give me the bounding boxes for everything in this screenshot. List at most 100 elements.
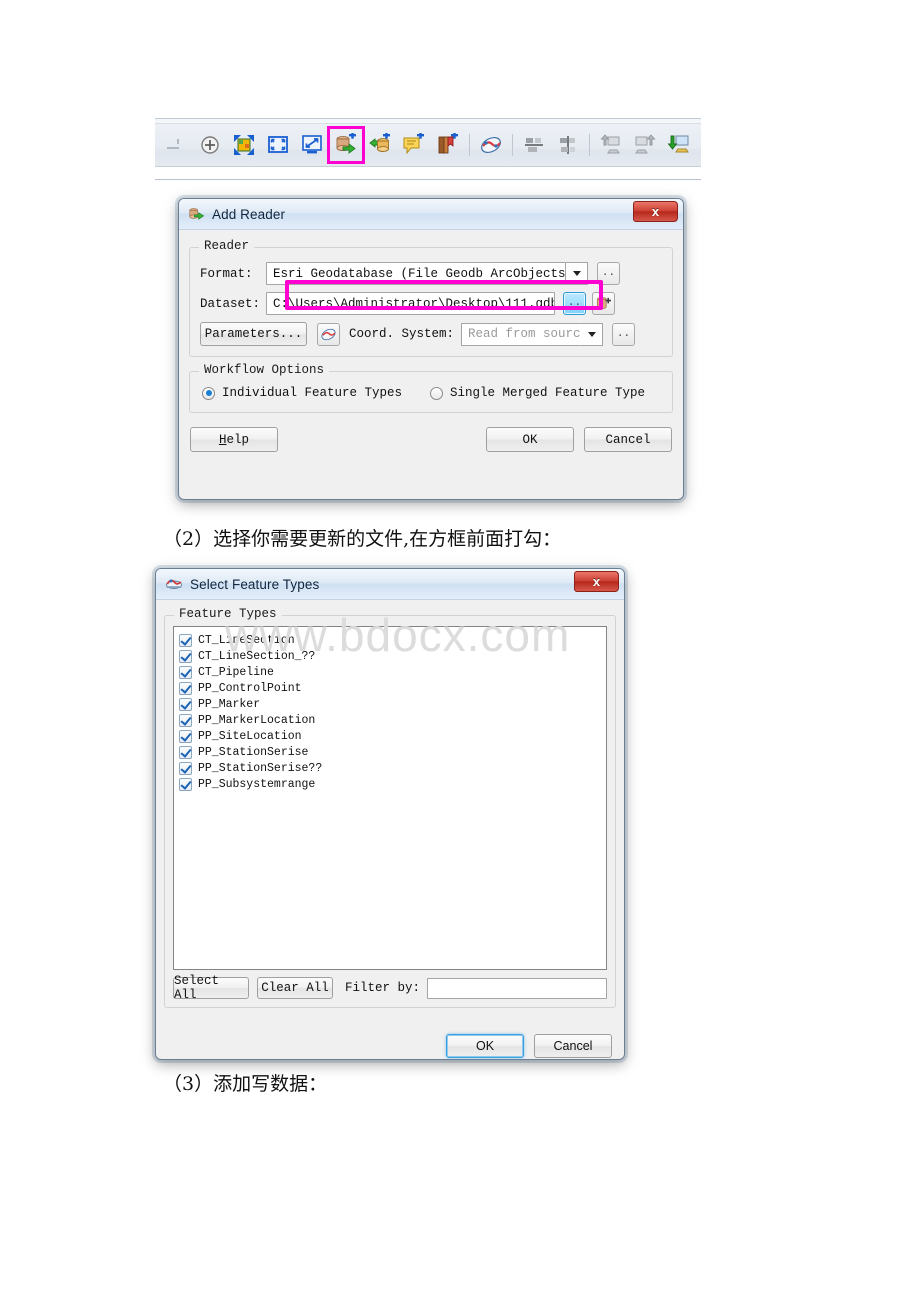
clear-all-button[interactable]: Clear All (257, 977, 333, 999)
checkbox-icon[interactable] (179, 649, 192, 663)
chevron-down-icon[interactable] (566, 262, 588, 285)
checkbox-icon[interactable] (179, 729, 192, 743)
add-reader-dialog: Add Reader x Reader Format: Esri Geodata… (178, 198, 684, 500)
help-button[interactable]: Help (190, 427, 278, 452)
add-dataset-icon[interactable] (592, 292, 615, 315)
list-item[interactable]: CT_LineSection_?? (179, 648, 602, 664)
checkbox-icon[interactable] (179, 761, 192, 775)
ok-button[interactable]: OK (446, 1034, 524, 1058)
coord-system-input[interactable]: Read from source (461, 322, 582, 346)
add-annotation-icon[interactable] (397, 128, 431, 162)
cancel-button[interactable]: Cancel (584, 427, 672, 452)
zoom-fit-icon[interactable] (193, 128, 227, 162)
close-icon[interactable]: x (574, 571, 619, 592)
list-item[interactable]: PP_StationSerise?? (179, 760, 602, 776)
format-label: Format: (200, 266, 253, 281)
coord-system-row: Parameters... Coord. System: Read from s… (200, 322, 662, 346)
radio-single-merged-feature-type[interactable]: Single Merged Feature Type (430, 386, 645, 400)
toolbar-separator (585, 128, 594, 162)
list-item-label: CT_LineSection_?? (198, 649, 316, 663)
checkbox-icon[interactable] (179, 665, 192, 679)
add-bookmark-icon[interactable] (227, 128, 261, 162)
connect-down-icon[interactable] (628, 128, 662, 162)
format-browse-button[interactable]: .. (597, 262, 620, 285)
checkbox-icon[interactable] (179, 681, 192, 695)
zoom-selection-icon[interactable] (295, 128, 329, 162)
feature-types-group-label: Feature Types (174, 607, 282, 621)
select-feature-types-dialog: Select Feature Types x Feature Types CT_… (155, 568, 625, 1060)
format-input[interactable]: Esri Geodatabase (File Geodb ArcObjects) (266, 262, 566, 285)
list-item[interactable]: PP_ControlPoint (179, 680, 602, 696)
cancel-button[interactable]: Cancel (534, 1034, 612, 1058)
list-item[interactable]: PP_SiteLocation (179, 728, 602, 744)
radio-icon (430, 386, 444, 400)
checkbox-icon[interactable] (179, 777, 192, 791)
fit-window-icon[interactable] (261, 128, 295, 162)
list-item[interactable]: PP_Subsystemrange (179, 776, 602, 792)
checkbox-icon[interactable] (179, 745, 192, 759)
run-translation-icon[interactable] (474, 128, 508, 162)
add-reader-titlebar[interactable]: Add Reader x (179, 199, 683, 230)
list-item-label: PP_StationSerise?? (198, 761, 323, 775)
connect-up-icon[interactable] (594, 128, 628, 162)
coord-system-label: Coord. System: (349, 327, 455, 341)
list-item[interactable]: PP_StationSerise (179, 744, 602, 760)
close-icon[interactable]: x (633, 201, 678, 222)
radio-icon (202, 386, 215, 400)
reader-group-label: Reader (199, 239, 255, 253)
toolbar-bottom-divider (155, 166, 701, 179)
chevron-down-icon[interactable] (581, 322, 604, 346)
add-writer-icon[interactable] (363, 128, 397, 162)
parameters-button[interactable]: Parameters... (200, 322, 307, 346)
add-reader-icon[interactable] (327, 126, 365, 164)
checkbox-icon[interactable] (179, 697, 192, 711)
list-item-label: PP_Subsystemrange (198, 777, 316, 791)
add-reader-body: Reader Format: Esri Geodatabase (File Ge… (179, 230, 683, 460)
coord-system-browse-button[interactable]: .. (612, 322, 636, 346)
reader-group: Reader Format: Esri Geodatabase (File Ge… (189, 239, 673, 357)
format-row: Format: Esri Geodatabase (File Geodb Arc… (200, 262, 662, 285)
checkbox-icon[interactable] (179, 633, 192, 647)
feature-types-list[interactable]: CT_LineSection CT_LineSection_?? CT_Pipe… (173, 626, 607, 970)
workflow-options-row: Individual Feature Types Single Merged F… (202, 386, 660, 400)
download-icon[interactable] (662, 128, 696, 162)
select-feature-types-titlebar[interactable]: Select Feature Types x (156, 569, 624, 600)
document-page: Add Reader x Reader Format: Esri Geodata… (0, 0, 920, 1302)
toolbar-strip (155, 118, 701, 180)
dataset-row: Dataset: C:\Users\Administrator\Desktop\… (200, 292, 662, 315)
feature-types-group: Feature Types CT_LineSection CT_LineSect… (164, 607, 616, 1008)
list-item[interactable]: CT_Pipeline (179, 664, 602, 680)
list-item[interactable]: PP_Marker (179, 696, 602, 712)
align-center-icon[interactable] (551, 128, 585, 162)
checkbox-icon[interactable] (179, 713, 192, 727)
list-item-label: PP_Marker (198, 697, 261, 711)
toolbar-separator (508, 128, 517, 162)
radio-single-merged-label: Single Merged Feature Type (450, 386, 646, 400)
filter-label: Filter by: (345, 981, 421, 995)
feature-types-icon (165, 575, 183, 593)
toolbar-row (155, 124, 701, 166)
workflow-options-group: Workflow Options Individual Feature Type… (189, 363, 673, 413)
dataset-browse-button[interactable]: .. (563, 292, 586, 315)
toolbar-handle (159, 128, 193, 162)
radio-individual-label: Individual Feature Types (222, 386, 403, 400)
list-item-label: PP_MarkerLocation (198, 713, 316, 727)
ok-button[interactable]: OK (486, 427, 574, 452)
list-controls-row: Select All Clear All Filter by: (173, 974, 607, 1002)
list-item[interactable]: CT_LineSection (179, 632, 602, 648)
select-all-button[interactable]: Select All (173, 974, 249, 1002)
list-item-label: CT_Pipeline (198, 665, 274, 679)
coord-system-icon[interactable] (317, 322, 340, 346)
dataset-label: Dataset: (200, 296, 261, 311)
list-item-label: CT_LineSection (198, 633, 295, 647)
select-feature-types-body: Feature Types CT_LineSection CT_LineSect… (156, 600, 624, 1064)
select-feature-types-buttons: OK Cancel (162, 1034, 612, 1058)
add-bookmark-book-icon[interactable] (431, 128, 465, 162)
radio-individual-feature-types[interactable]: Individual Feature Types (202, 386, 402, 400)
list-item[interactable]: PP_MarkerLocation (179, 712, 602, 728)
align-top-icon[interactable] (517, 128, 551, 162)
help-label-accel: H (218, 432, 227, 447)
filter-input[interactable] (427, 977, 607, 999)
add-reader-icon (188, 206, 205, 223)
dataset-input[interactable]: C:\Users\Administrator\Desktop\111.gdb (266, 292, 555, 315)
